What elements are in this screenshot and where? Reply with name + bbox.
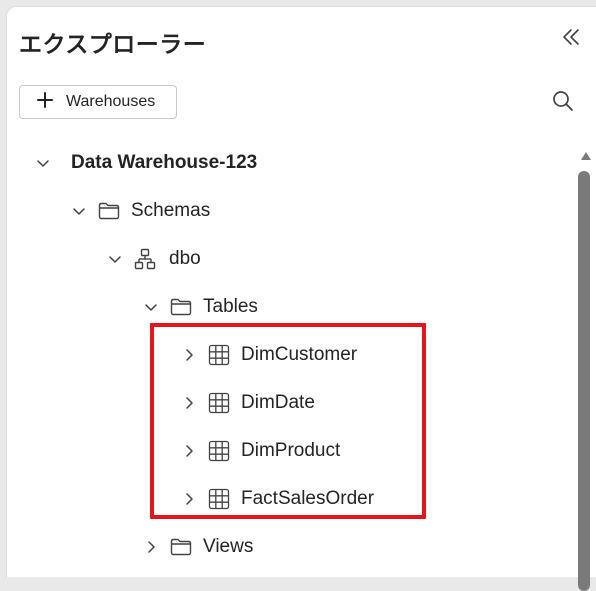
tree-item-label: Tables bbox=[203, 296, 258, 317]
tree-item-tables[interactable]: Tables bbox=[143, 290, 258, 324]
tree-item-label: Views bbox=[203, 536, 254, 557]
add-button-label: Warehouses bbox=[66, 93, 156, 110]
chevron-down-icon[interactable] bbox=[71, 203, 87, 219]
tree-item-dbo[interactable]: dbo bbox=[107, 242, 201, 276]
folder-icon bbox=[169, 535, 193, 559]
vertical-scrollbar[interactable] bbox=[575, 135, 596, 591]
tree-item-views[interactable]: Views bbox=[143, 530, 253, 564]
chevron-down-icon[interactable] bbox=[35, 155, 51, 171]
tree-item-label: Data Warehouse-123 bbox=[71, 152, 258, 173]
scroll-up-arrow-icon[interactable] bbox=[581, 147, 591, 165]
chevron-down-icon[interactable] bbox=[107, 251, 123, 267]
explorer-panel: エクスプローラー Warehouses Data Warehouse-123 S… bbox=[6, 6, 596, 591]
scrollbar-thumb[interactable] bbox=[578, 171, 590, 591]
tree-item-root[interactable]: Data Warehouse-123 bbox=[35, 146, 257, 180]
tables-highlight-box bbox=[150, 323, 426, 519]
add-warehouses-button[interactable]: Warehouses bbox=[19, 85, 177, 119]
tree-item-schemas[interactable]: Schemas bbox=[71, 194, 210, 228]
tree-item-label: Schemas bbox=[131, 200, 211, 221]
panel-title: エクスプローラー bbox=[19, 31, 207, 57]
chevron-right-icon[interactable] bbox=[143, 539, 159, 555]
collapse-panel-button[interactable] bbox=[557, 25, 585, 53]
folder-icon bbox=[169, 295, 193, 319]
search-button[interactable] bbox=[549, 89, 577, 117]
search-icon bbox=[552, 90, 574, 117]
double-chevron-left-icon bbox=[561, 27, 581, 52]
folder-icon bbox=[97, 199, 121, 223]
plus-icon bbox=[36, 91, 54, 114]
chevron-down-icon[interactable] bbox=[143, 299, 159, 315]
tree-item-label: dbo bbox=[169, 248, 201, 269]
schema-icon bbox=[133, 247, 157, 271]
